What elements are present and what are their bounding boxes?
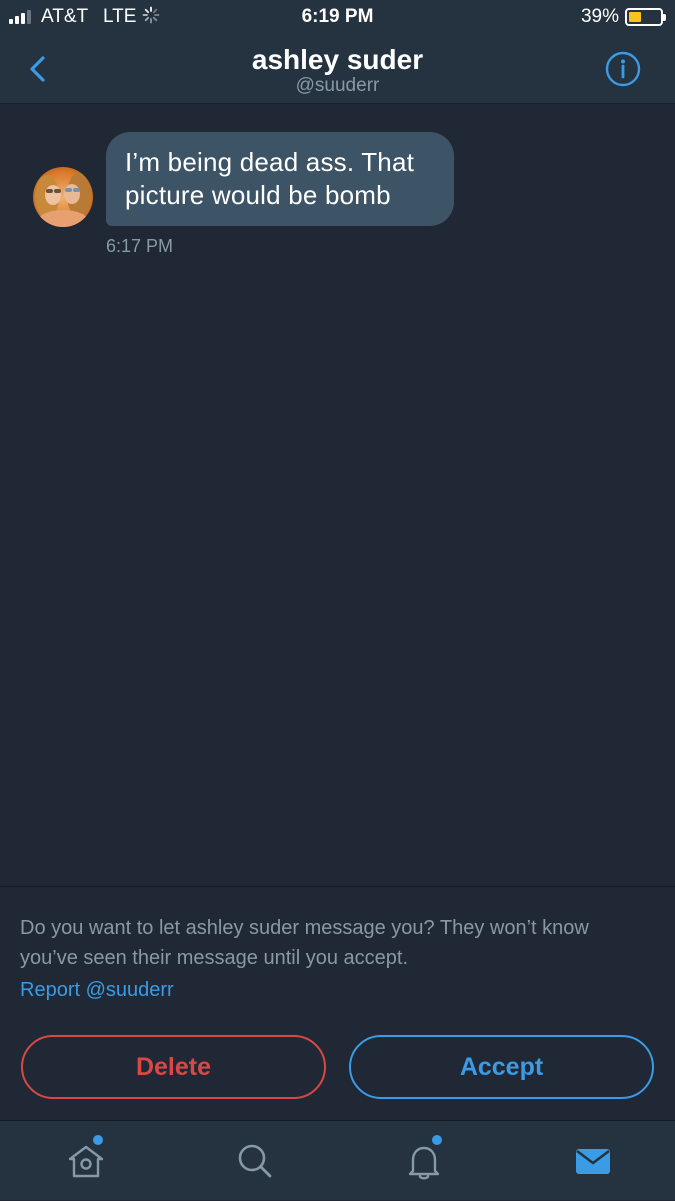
search-icon <box>238 1144 272 1178</box>
tab-home[interactable] <box>0 1121 168 1201</box>
status-time: 6:19 PM <box>301 6 374 27</box>
battery-icon <box>625 8 666 26</box>
home-badge-dot <box>93 1135 103 1145</box>
info-icon[interactable] <box>605 51 641 87</box>
avatar-photo <box>33 167 93 227</box>
battery-percent: 39% <box>580 6 619 27</box>
status-bar: AT&T LTE 6:19 PM 39% <box>0 0 675 36</box>
report-link[interactable]: Report @suuderr <box>20 975 174 1005</box>
accept-button[interactable]: Accept <box>349 1035 654 1099</box>
notifications-bell-icon <box>408 1146 440 1180</box>
notifications-badge-dot <box>432 1135 442 1145</box>
top-header: AT&T LTE 6:19 PM 39% ashley suder @suude… <box>0 0 675 104</box>
message-bubble[interactable]: I’m being dead ass. That picture would b… <box>106 132 454 226</box>
request-prompt: Do you want to let ashley suder message … <box>20 917 589 969</box>
conversation-handle: @suuderr <box>295 75 380 96</box>
sender-avatar[interactable] <box>33 167 93 227</box>
tab-search[interactable] <box>169 1121 337 1201</box>
conversation-title: ashley suder <box>251 44 424 75</box>
tab-messages[interactable] <box>507 1121 675 1201</box>
home-icon <box>68 1145 104 1178</box>
tab-bar <box>0 1120 675 1200</box>
delete-button[interactable]: Delete <box>21 1035 326 1099</box>
messages-envelope-icon <box>576 1149 610 1174</box>
message-request-panel: Do you want to let ashley suder message … <box>0 886 675 1120</box>
tab-notifications[interactable] <box>338 1121 506 1201</box>
battery-level-fill <box>629 12 641 22</box>
message-timestamp: 6:17 PM <box>106 236 174 256</box>
